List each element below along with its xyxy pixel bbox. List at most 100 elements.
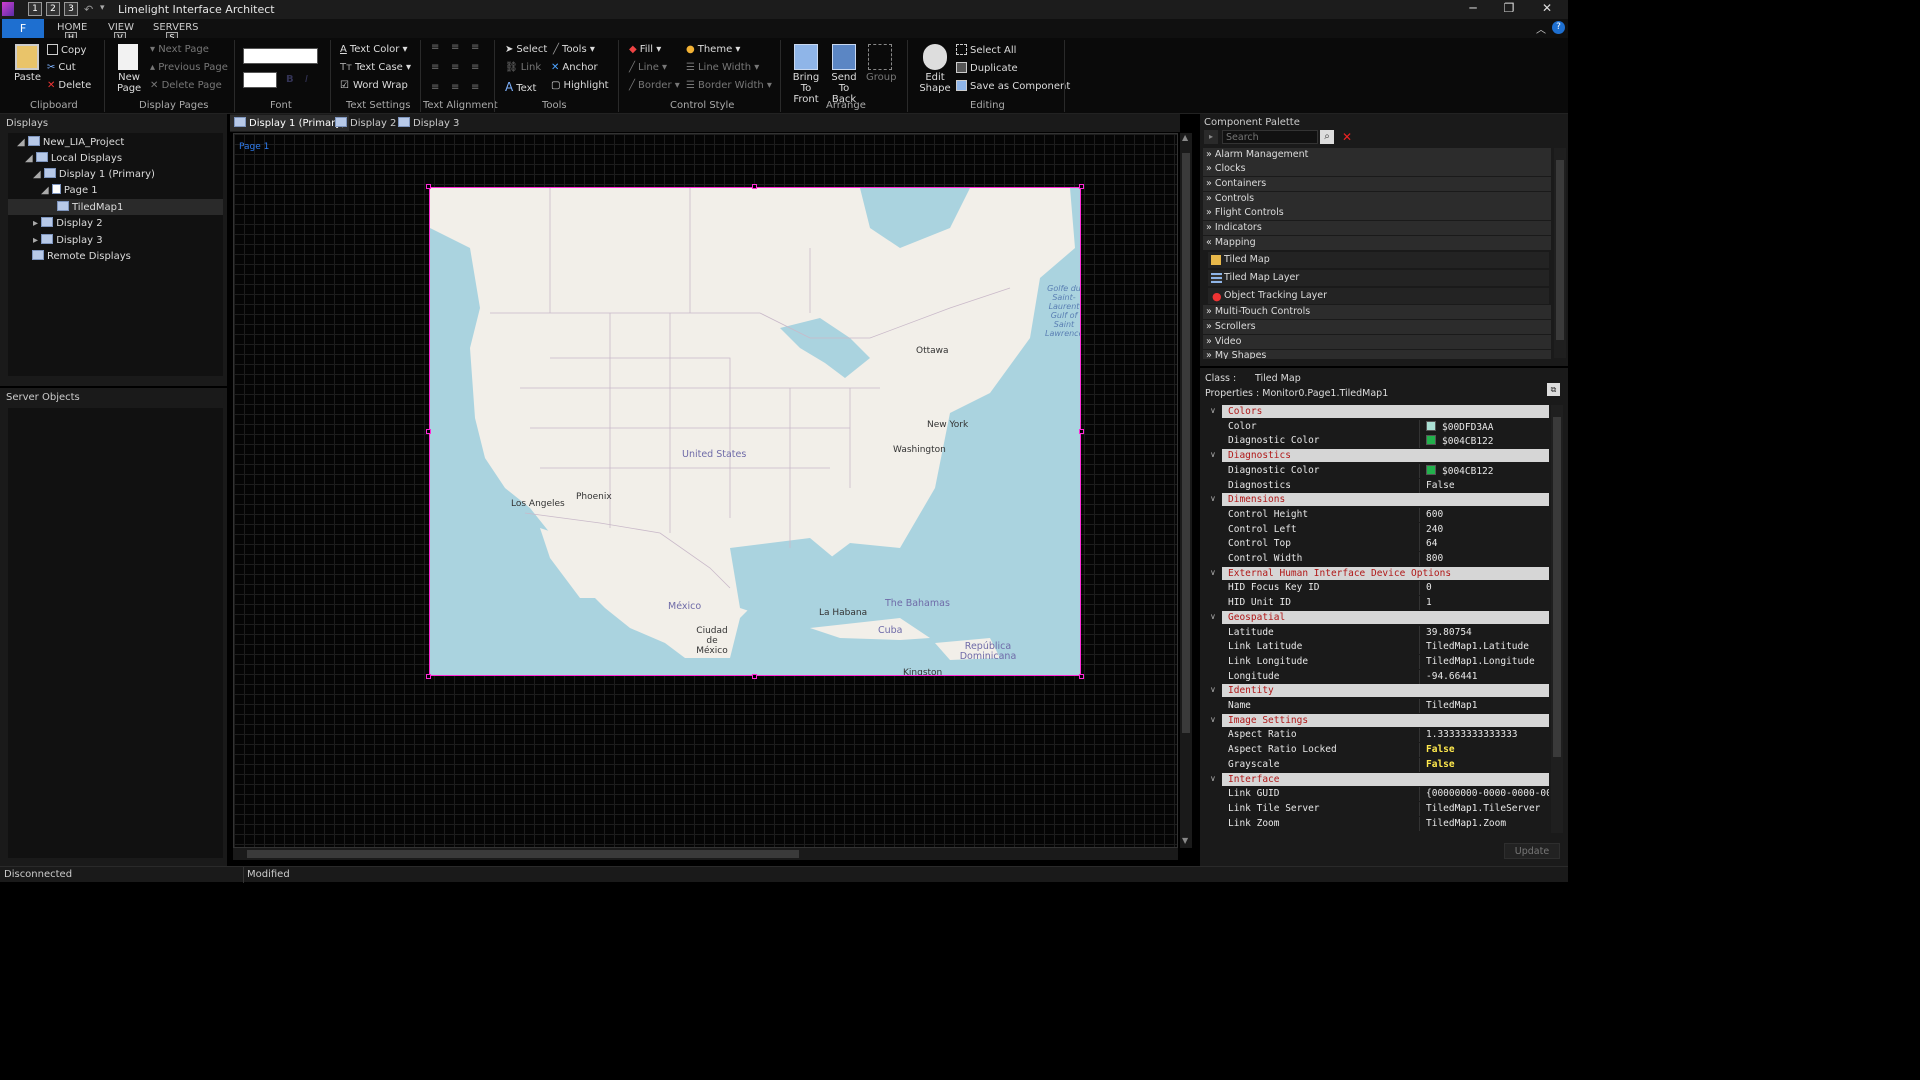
collapse-icon[interactable]: ∨ xyxy=(1210,568,1216,577)
align-middle-center-icon[interactable]: ≡ xyxy=(451,62,459,73)
tab-file[interactable]: F xyxy=(2,19,44,38)
align-bottom-left-icon[interactable]: ≡ xyxy=(431,82,439,93)
text-case-button[interactable]: Tт Text Case ▾ xyxy=(340,62,411,73)
next-page-button[interactable]: ▾ Next Page xyxy=(150,44,209,55)
property-category[interactable]: Geospatial xyxy=(1222,610,1549,624)
property-value[interactable]: TiledMap1.Latitude xyxy=(1426,641,1549,652)
delete-page-button[interactable]: ✕ Delete Page xyxy=(150,80,222,91)
update-button[interactable]: Update xyxy=(1504,843,1560,859)
new-page-icon[interactable] xyxy=(118,44,138,70)
property-value[interactable]: False xyxy=(1426,480,1549,491)
property-category[interactable]: Colors xyxy=(1222,405,1549,418)
property-row[interactable]: Link Latitude TiledMap1.Latitude xyxy=(1222,640,1549,655)
property-row[interactable]: Diagnostic Color $004CB122 xyxy=(1222,434,1549,449)
resize-handle[interactable] xyxy=(1079,184,1084,189)
property-value[interactable]: 800 xyxy=(1426,553,1549,564)
minimize-button[interactable]: ─ xyxy=(1458,1,1488,15)
paste-icon[interactable] xyxy=(15,44,39,70)
tree-node-display-1[interactable]: ◢ Display 1 (Primary) xyxy=(33,168,155,180)
bring-to-front-button[interactable]: Bring To Front xyxy=(787,72,825,105)
customize-icon[interactable]: ▾ xyxy=(100,3,105,13)
copy-button[interactable]: Copy xyxy=(47,44,86,56)
server-objects-list[interactable] xyxy=(8,408,223,858)
duplicate-button[interactable]: Duplicate xyxy=(956,62,1018,74)
property-value[interactable]: 1.33333333333333 xyxy=(1426,729,1549,740)
collapse-icon[interactable]: ∨ xyxy=(1210,494,1216,503)
collapse-ribbon-icon[interactable]: ︿ xyxy=(1536,21,1546,36)
property-value[interactable]: TiledMap1.TileServer xyxy=(1426,803,1549,814)
font-size-combo[interactable] xyxy=(243,72,277,88)
palette-item-tiled-map[interactable]: Tiled Map xyxy=(1208,252,1549,268)
tools-dropdown[interactable]: ╱ Tools ▾ xyxy=(553,44,595,55)
palette-item-object-tracking-layer[interactable]: ● Object Tracking Layer xyxy=(1208,288,1549,304)
property-row[interactable]: Control Top 64 xyxy=(1222,537,1549,552)
align-bottom-center-icon[interactable]: ≡ xyxy=(451,82,459,93)
property-row[interactable]: HID Unit ID 1 xyxy=(1222,596,1549,611)
line-width-dropdown[interactable]: ☰ Line Width ▾ xyxy=(686,62,759,73)
property-value[interactable]: $00DFD3AA xyxy=(1426,420,1549,433)
quick-access-2[interactable]: 2 xyxy=(46,2,60,16)
tree-node-tiledmap1[interactable]: TiledMap1 xyxy=(57,201,123,213)
previous-page-button[interactable]: ▴ Previous Page xyxy=(150,62,228,73)
property-row[interactable]: Link Zoom TiledMap1.Zoom xyxy=(1222,816,1549,831)
palette-category-flight-controls[interactable]: » Flight Controls xyxy=(1203,206,1551,220)
palette-category-clocks[interactable]: » Clocks xyxy=(1203,162,1551,176)
property-value[interactable]: $004CB122 xyxy=(1426,464,1549,477)
link-tool-button[interactable]: ⛓ Link xyxy=(505,62,541,73)
font-name-combo[interactable] xyxy=(243,48,318,64)
property-row[interactable]: Latitude 39.80754 xyxy=(1222,625,1549,640)
tree-node-page-1[interactable]: ◢ Page 1 xyxy=(41,184,98,196)
quick-access-1[interactable]: 1 xyxy=(28,2,42,16)
property-row[interactable]: Link Tile Server TiledMap1.TileServer xyxy=(1222,801,1549,816)
cut-button[interactable]: ✂ Cut xyxy=(47,62,76,73)
palette-category-alarm-management[interactable]: » Alarm Management xyxy=(1203,148,1551,162)
text-tool-button[interactable]: A Text xyxy=(505,80,536,94)
undo-icon[interactable]: ↶ xyxy=(84,3,93,16)
property-row[interactable]: Diagnostic Color $004CB122 xyxy=(1222,463,1549,478)
align-middle-right-icon[interactable]: ≡ xyxy=(471,62,479,73)
clear-search-icon[interactable]: ✕ xyxy=(1340,130,1354,144)
group-icon[interactable] xyxy=(868,44,892,70)
collapse-icon[interactable]: ∨ xyxy=(1210,774,1216,783)
palette-category-my-shapes[interactable]: » My Shapes xyxy=(1203,350,1551,359)
tree-node-display-3[interactable]: ▸ Display 3 xyxy=(33,234,103,246)
palette-back-icon[interactable]: ▸ xyxy=(1204,130,1218,144)
palette-item-tiled-map-layer[interactable]: Tiled Map Layer xyxy=(1208,270,1549,286)
edit-shape-button[interactable]: Edit Shape xyxy=(918,72,952,94)
property-value[interactable]: False xyxy=(1426,759,1549,770)
search-icon[interactable]: ⌕ xyxy=(1320,130,1334,144)
canvas-horizontal-scrollbar[interactable] xyxy=(233,848,1178,860)
property-value[interactable]: 1 xyxy=(1426,597,1549,608)
palette-search-input[interactable] xyxy=(1222,130,1318,144)
doc-tab-display-3[interactable]: Display 3 xyxy=(394,115,463,131)
palette-category-multi-touch-controls[interactable]: » Multi-Touch Controls xyxy=(1203,305,1551,319)
fill-dropdown[interactable]: ◆ Fill ▾ xyxy=(629,44,661,55)
scroll-thumb[interactable] xyxy=(247,850,799,858)
palette-category-controls[interactable]: » Controls xyxy=(1203,192,1551,206)
italic-button[interactable]: I xyxy=(305,74,308,85)
resize-handle[interactable] xyxy=(426,184,431,189)
tree-node-display-2[interactable]: ▸ Display 2 xyxy=(33,217,103,229)
edit-shape-icon[interactable] xyxy=(923,44,947,70)
color-swatch[interactable] xyxy=(1426,420,1436,431)
anchor-tool-button[interactable]: ✕ Anchor xyxy=(551,62,598,73)
palette-category-indicators[interactable]: » Indicators xyxy=(1203,221,1551,235)
property-row[interactable]: Name TiledMap1 xyxy=(1222,699,1549,713)
property-value[interactable]: 600 xyxy=(1426,509,1549,520)
property-value[interactable]: TiledMap1 xyxy=(1426,700,1549,711)
property-value[interactable]: False xyxy=(1426,744,1549,755)
scroll-thumb[interactable] xyxy=(1182,153,1190,733)
collapse-icon[interactable]: ∨ xyxy=(1210,450,1216,459)
palette-category-mapping[interactable]: « Mapping xyxy=(1203,236,1551,250)
word-wrap-checkbox[interactable]: ☑ Word Wrap xyxy=(340,80,408,91)
property-value[interactable]: {00000000-0000-0000-00 xyxy=(1426,788,1549,799)
property-row[interactable]: Control Width 800 xyxy=(1222,552,1549,566)
text-color-button[interactable]: A Text Color ▾ xyxy=(340,44,408,55)
new-page-button[interactable]: New Page xyxy=(117,72,141,94)
collapse-icon[interactable]: ∨ xyxy=(1210,406,1216,415)
scroll-thumb[interactable] xyxy=(1553,417,1561,757)
bold-button[interactable]: B xyxy=(286,74,294,85)
collapse-icon[interactable]: ∨ xyxy=(1210,715,1216,724)
property-row[interactable]: Link Longitude TiledMap1.Longitude xyxy=(1222,654,1549,669)
property-value[interactable]: $004CB122 xyxy=(1426,435,1549,447)
